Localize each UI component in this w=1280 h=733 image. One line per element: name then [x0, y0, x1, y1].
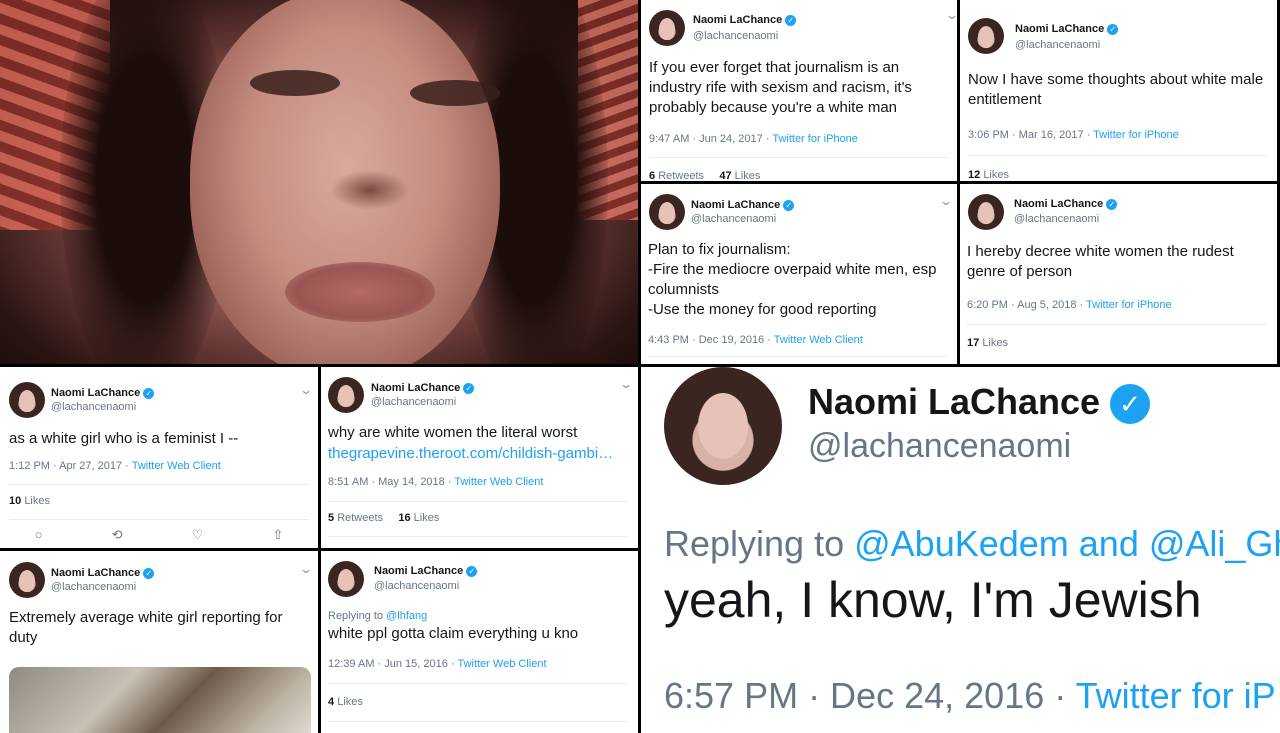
avatar[interactable] — [968, 18, 1004, 54]
display-name[interactable]: Naomi LaChance — [1015, 23, 1104, 35]
tweet-source[interactable]: Twitter Web Client — [457, 658, 546, 670]
tweet-stats[interactable]: 10 Likes — [9, 495, 50, 507]
tweet-source[interactable]: Twitter Web Client — [132, 460, 221, 472]
tweet-timestamp[interactable]: 4:43 PM · Dec 19, 2016 · — [648, 334, 774, 346]
avatar[interactable] — [328, 561, 364, 597]
avatar[interactable] — [649, 194, 685, 230]
like-icon[interactable]: ♡ — [192, 527, 204, 543]
tweet-card-white-girl-feminist: Naomi LaChance ✓ @lachancenaomi ⌄ as a wh… — [0, 367, 318, 548]
tweet-source[interactable]: Twitter Web Client — [774, 334, 863, 346]
tweet-timestamp[interactable]: 12:39 AM · Jun 15, 2016 · — [328, 658, 457, 670]
verified-badge-icon: ✓ — [466, 565, 478, 577]
tweet-source[interactable]: Twitter for iPhone — [1086, 299, 1172, 311]
tweet-timestamp[interactable]: 6:57 PM · Dec 24, 2016 · — [664, 675, 1076, 716]
tweet-stats[interactable]: 6 Retweets 47 Likes — [649, 170, 760, 181]
avatar[interactable] — [328, 377, 364, 413]
handle[interactable]: @lachancenaomi — [371, 396, 456, 408]
tweet-source[interactable]: Twitter for iPhone — [1093, 129, 1179, 141]
chevron-down-icon[interactable]: ⌄ — [299, 383, 313, 397]
handle[interactable]: @lachancenaomi — [51, 401, 136, 413]
tweet-card-jewish-zoomed: Naomi LaChance ✓ @lachancenaomi Replying … — [641, 367, 1280, 733]
tweet-text: I hereby decree white women the rudest g… — [967, 243, 1234, 280]
verified-badge-icon: ✓ — [1107, 23, 1119, 35]
display-name[interactable]: Naomi LaChance — [1014, 198, 1103, 210]
tweet-source[interactable]: Twitter Web Client — [454, 476, 543, 488]
tweet-timestamp[interactable]: 6:20 PM · Aug 5, 2018 · — [967, 299, 1086, 311]
handle[interactable]: @lachancenaomi — [808, 427, 1071, 466]
avatar[interactable] — [9, 382, 45, 418]
tweet-text: Plan to fix journalism: -Fire the medioc… — [648, 241, 937, 318]
tweet-stats[interactable]: 12 Likes — [968, 169, 1009, 181]
tweet-link[interactable]: thegrapevine.theroot.com/childish-gambi… — [328, 444, 633, 464]
tweet-card-claim-everything: Naomi LaChance ✓ @lachancenaomi Replying … — [321, 551, 638, 733]
tweet-text: yeah, I know, I'm Jewish — [664, 572, 1202, 628]
tweet-source[interactable]: Twitter for iP — [1076, 675, 1276, 716]
display-name[interactable]: Naomi LaChance — [808, 381, 1100, 422]
chevron-down-icon[interactable]: ⌄ — [299, 562, 313, 576]
tweet-card-white-women-rudest: Naomi LaChance ✓ @lachancenaomi I hereby … — [960, 184, 1277, 364]
reply-mention[interactable]: @AbuKedem and @Ali_Gh — [854, 523, 1280, 564]
tweet-card-white-male-entitlement: Naomi LaChance ✓ @lachancenaomi Now I hav… — [960, 0, 1277, 181]
display-name[interactable]: Naomi LaChance — [691, 199, 780, 211]
reply-mention[interactable]: @lhfang — [386, 610, 427, 622]
verified-badge-icon: ✓ — [1110, 384, 1151, 425]
tweet-text: as a white girl who is a feminist I -- — [9, 430, 239, 447]
tweet-stats[interactable]: 4 Likes — [328, 696, 363, 708]
verified-badge-icon: ✓ — [143, 567, 155, 579]
tweet-text: Now I have some thoughts about white mal… — [968, 71, 1264, 108]
tweet-card-journalism-sexism: Naomi LaChance✓ @lachancenaomi ⌄ If you … — [641, 0, 957, 181]
tweet-text: If you ever forget that journalism is an… — [649, 59, 912, 116]
verified-badge-icon: ✓ — [463, 382, 475, 394]
avatar[interactable] — [649, 10, 685, 46]
handle[interactable]: @lachancenaomi — [1015, 39, 1100, 51]
display-name[interactable]: Naomi LaChance — [51, 387, 140, 399]
replying-to-label: Replying to — [328, 610, 387, 622]
tweet-timestamp[interactable]: 3:06 PM · Mar 16, 2017 · — [968, 129, 1093, 141]
chevron-down-icon[interactable]: ⌄ — [945, 8, 957, 22]
chevron-down-icon[interactable]: ⌄ — [619, 377, 633, 391]
handle[interactable]: @lachancenaomi — [1014, 213, 1099, 225]
handle[interactable]: @lachancenaomi — [693, 30, 778, 42]
tweet-timestamp[interactable]: 9:47 AM · Jun 24, 2017 · — [649, 133, 772, 145]
handle[interactable]: @lachancenaomi — [691, 213, 776, 225]
avatar[interactable] — [664, 367, 782, 485]
tweet-timestamp[interactable]: 8:51 AM · May 14, 2018 · — [328, 476, 454, 488]
tweet-card-fix-journalism: Naomi LaChance ✓ @lachancenaomi ⌄ Plan to… — [641, 184, 957, 364]
replying-to-label: Replying to — [664, 523, 855, 564]
verified-badge-icon: ✓ — [1106, 198, 1118, 210]
display-name[interactable]: Naomi LaChance — [693, 14, 782, 26]
verified-badge-icon: ✓ — [143, 387, 155, 399]
display-name[interactable]: Naomi LaChance — [371, 382, 460, 394]
avatar[interactable] — [9, 562, 45, 598]
handle[interactable]: @lachancenaomi — [51, 581, 136, 593]
tweet-image[interactable] — [9, 667, 311, 733]
reply-icon[interactable]: ○ — [35, 527, 43, 543]
tweet-text: Extremely average white girl reporting f… — [9, 609, 283, 646]
verified-badge-icon: ✓ — [783, 199, 795, 211]
display-name[interactable]: Naomi LaChance — [51, 567, 140, 579]
tweet-text: white ppl gotta claim everything u kno — [328, 625, 579, 642]
tweet-timestamp[interactable]: 1:12 PM · Apr 27, 2017 · — [9, 460, 132, 472]
tweet-stats[interactable]: 5 Retweets 16 Likes — [328, 512, 439, 524]
selfie-photo — [0, 0, 638, 364]
avatar[interactable] — [968, 194, 1004, 230]
tweet-stats[interactable]: 17 Likes — [967, 337, 1008, 349]
tweet-card-average-white-girl: Naomi LaChance ✓ @lachancenaomi ⌄ Extreme… — [0, 551, 318, 733]
handle[interactable]: @lachancenaomi — [374, 580, 459, 592]
share-icon[interactable]: ⇧ — [272, 527, 283, 543]
retweet-icon[interactable]: ⟲ — [112, 527, 123, 543]
tweet-text: why are white women the literal worst — [328, 424, 578, 441]
tweet-source[interactable]: Twitter for iPhone — [772, 133, 858, 145]
chevron-down-icon[interactable]: ⌄ — [939, 194, 953, 208]
verified-badge-icon: ✓ — [785, 14, 797, 26]
display-name[interactable]: Naomi LaChance — [374, 565, 463, 577]
tweet-card-literal-worst: Naomi LaChance ✓ @lachancenaomi ⌄ why are… — [321, 367, 638, 548]
